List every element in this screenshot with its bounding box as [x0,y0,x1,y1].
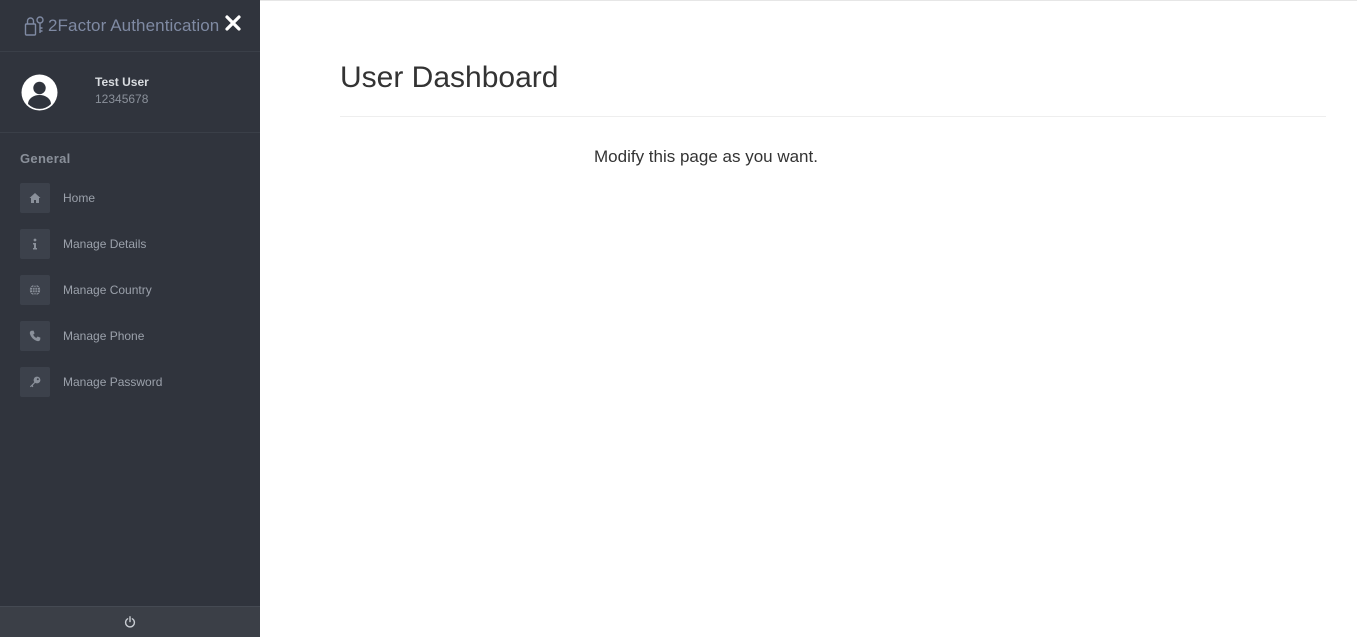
sidebar-item-label: Manage Details [63,237,147,251]
sidebar-item-label: Manage Country [63,283,152,297]
lock-key-icon [24,15,44,36]
home-icon [29,193,41,203]
sidebar-item-manage-password[interactable]: Manage Password [0,359,260,405]
brand-title: 2Factor Authentication [48,15,220,35]
sidebar-item-home[interactable]: Home [0,175,260,221]
sidebar-item-manage-phone[interactable]: Manage Phone [0,313,260,359]
profile-name: Test User [95,74,149,89]
globe-icon [29,284,41,296]
sidebar: 2Factor Authentication Test User 1234567… [0,0,260,637]
sidebar-item-manage-country[interactable]: Manage Country [0,267,260,313]
phone-icon [29,330,41,342]
close-icon[interactable] [224,14,242,32]
brand-header: 2Factor Authentication [0,0,260,52]
page-description: Modify this page as you want. [594,147,818,166]
page-title: User Dashboard [340,61,559,94]
user-profile: Test User 12345678 [0,52,260,133]
sidebar-menu: Home Manage Details Manage Country Manag… [0,175,260,405]
power-icon [124,616,136,628]
info-icon [33,238,37,250]
user-circle-icon [21,74,58,110]
logout-button[interactable] [0,606,260,637]
sidebar-item-label: Home [63,191,96,205]
title-divider [340,116,1326,117]
sidebar-item-manage-details[interactable]: Manage Details [0,221,260,267]
key-icon [30,376,41,388]
section-title-general: General [20,151,71,166]
profile-id: 12345678 [95,91,149,106]
profile-info: Test User 12345678 [95,75,149,106]
main-content: User Dashboard Modify this page as you w… [260,0,1357,637]
sidebar-item-label: Manage Password [63,375,163,389]
sidebar-item-label: Manage Phone [63,329,145,343]
